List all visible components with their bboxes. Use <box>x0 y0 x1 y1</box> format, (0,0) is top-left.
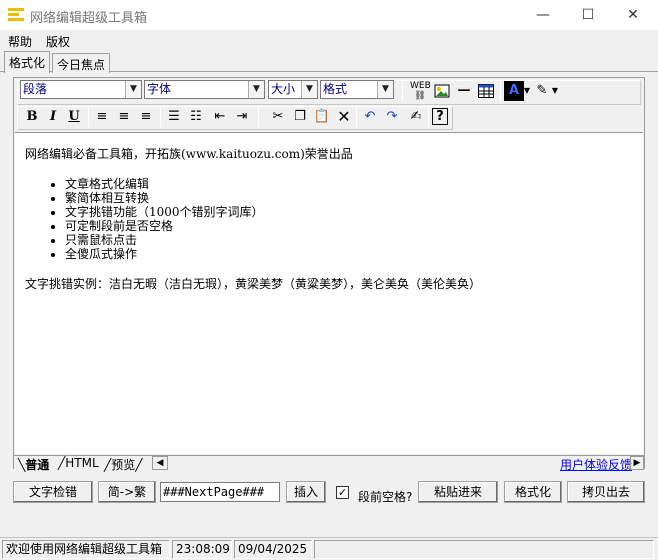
toolbar-separator <box>258 107 259 127</box>
size-select-value: 大小 <box>271 82 296 96</box>
delete-icon[interactable]: ✕ <box>334 107 354 127</box>
copy-icon[interactable]: ❐ <box>290 107 310 127</box>
spellcheck-button[interactable]: 文字检错 <box>13 481 93 503</box>
ordered-list-icon[interactable]: ☰ <box>164 107 184 127</box>
status-date: 09/04/2025 <box>234 540 312 559</box>
copy-out-button[interactable]: 拷贝出去 <box>567 481 645 503</box>
paste-icon[interactable]: 📋 <box>312 107 332 127</box>
indent-icon[interactable]: ⇥ <box>232 107 252 127</box>
tab-format[interactable]: 格式化 <box>4 51 51 73</box>
horizontal-rule-icon[interactable]: — <box>454 81 474 101</box>
font-color-icon[interactable]: A <box>504 81 524 101</box>
paste-button[interactable]: 粘贴进来 <box>418 481 498 503</box>
font-select[interactable]: 字体 ▼ <box>144 80 265 99</box>
insert-table-icon[interactable] <box>476 81 496 101</box>
tab-preview[interactable]: ╱预览╱ <box>104 456 142 473</box>
toolbar-separator <box>428 107 429 127</box>
chevron-down-icon: ▼ <box>301 81 317 98</box>
feature-list: 文章格式化编辑 繁简体相互转换 文字挑错功能（1000个错别字词库） 可定制段前… <box>65 177 633 261</box>
main-tabs: 格式化 今日焦点 <box>0 51 658 73</box>
list-item: 文章格式化编辑 <box>65 177 633 191</box>
simp-to-trad-button[interactable]: 简->繁 <box>98 481 156 503</box>
list-item: 只需鼠标点击 <box>65 233 633 247</box>
toolbar-separator <box>500 81 501 101</box>
align-right-icon[interactable]: ≡ <box>136 107 156 127</box>
example-text: 文字挑错实例：洁白无暇（洁白无瑕），黄梁美梦（黄粱美梦），美仑美奂（美伦美奂） <box>25 277 482 291</box>
paragraph-select-value: 段落 <box>23 82 48 96</box>
cut-icon[interactable]: ✂ <box>268 107 288 127</box>
align-center-icon[interactable]: ≡ <box>114 107 134 127</box>
chevron-down-icon: ▼ <box>125 81 141 98</box>
status-empty <box>314 540 654 559</box>
tab-html[interactable]: ╱HTML <box>58 456 99 470</box>
toolbar-separator <box>88 107 89 127</box>
list-item: 文字挑错功能（1000个错别字词库） <box>65 205 633 219</box>
outdent-icon[interactable]: ⇤ <box>210 107 230 127</box>
minimize-button[interactable]: — <box>528 4 558 26</box>
chevron-down-icon: ▼ <box>377 81 393 98</box>
properties-icon[interactable]: ✍ <box>406 107 426 127</box>
indent-checkbox[interactable]: ✓ <box>336 486 349 499</box>
maximize-button[interactable]: ☐ <box>573 4 603 26</box>
help-icon[interactable]: ? <box>432 108 448 125</box>
tab-today-focus[interactable]: 今日焦点 <box>52 53 111 73</box>
close-button[interactable]: ✕ <box>618 4 648 26</box>
chevron-down-icon: ▼ <box>248 81 264 98</box>
scroll-left-button[interactable]: ◀ <box>152 456 168 470</box>
toolbar-separator <box>160 107 161 127</box>
underline-button[interactable]: U <box>64 107 84 127</box>
indent-label: 段前空格? <box>358 490 413 504</box>
list-item: 全傻瓜式操作 <box>65 247 633 261</box>
title-bar: 网络编辑超级工具箱 — ☐ ✕ <box>0 0 658 30</box>
highlight-dropdown-icon[interactable]: ▼ <box>550 81 560 101</box>
font-color-dropdown-icon[interactable]: ▼ <box>522 81 532 101</box>
status-message: 欢迎使用网络编辑超级工具箱 <box>2 540 170 559</box>
undo-icon[interactable]: ↶ <box>360 107 380 127</box>
editor-content[interactable]: 网络编辑必备工具箱，开拓族(www.kaituozu.com)荣誉出品 文章格式… <box>15 132 643 454</box>
font-select-value: 字体 <box>147 82 172 96</box>
align-left-icon[interactable]: ≡ <box>92 107 112 127</box>
menu-help[interactable]: 帮助 <box>8 33 32 50</box>
status-time: 23:08:09 <box>172 540 232 559</box>
format-select-value: 格式 <box>323 82 348 96</box>
status-bar: 欢迎使用网络编辑超级工具箱 23:08:09 09/04/2025 <box>0 537 658 560</box>
redo-icon[interactable]: ↷ <box>382 107 402 127</box>
web-link-icon[interactable]: WEB ⛓ <box>410 81 431 101</box>
highlight-pen-icon[interactable]: ✎ <box>532 81 552 101</box>
list-item: 可定制段前是否空格 <box>65 219 633 233</box>
format-select[interactable]: 格式 ▼ <box>320 80 394 99</box>
unordered-list-icon[interactable]: ☷ <box>186 107 206 127</box>
toolbar-separator <box>402 81 403 101</box>
window-title: 网络编辑超级工具箱 <box>30 11 148 26</box>
menu-bar: 帮助 版权 <box>0 30 658 50</box>
intro-text: 网络编辑必备工具箱，开拓族(www.kaituozu.com)荣誉出品 <box>25 147 353 161</box>
mode-tabs: ╲普通 ╱HTML ╱预览╱ ◀ 用户体验反馈 ▶ <box>14 455 644 473</box>
menu-copyright[interactable]: 版权 <box>46 33 70 50</box>
format-button[interactable]: 格式化 <box>504 481 562 503</box>
editor-frame: 段落 ▼ 字体 ▼ 大小 ▼ 格式 ▼ WEB ⛓ — A ▼ ✎ ▼ B I U… <box>13 77 645 473</box>
size-select[interactable]: 大小 ▼ <box>268 80 318 99</box>
tab-normal[interactable]: ╲普通 <box>18 456 49 473</box>
feedback-link[interactable]: 用户体验反馈 <box>560 456 632 473</box>
insert-image-icon[interactable] <box>432 81 452 101</box>
nextpage-input[interactable]: ###NextPage### <box>160 482 280 502</box>
italic-button[interactable]: I <box>43 107 63 127</box>
bold-button[interactable]: B <box>22 107 42 127</box>
paragraph-select[interactable]: 段落 ▼ <box>20 80 142 99</box>
insert-button[interactable]: 插入 <box>286 481 326 503</box>
app-icon <box>8 8 24 22</box>
toolbar-separator <box>356 107 357 127</box>
list-item: 繁简体相互转换 <box>65 191 633 205</box>
scroll-right-button[interactable]: ▶ <box>630 456 644 470</box>
